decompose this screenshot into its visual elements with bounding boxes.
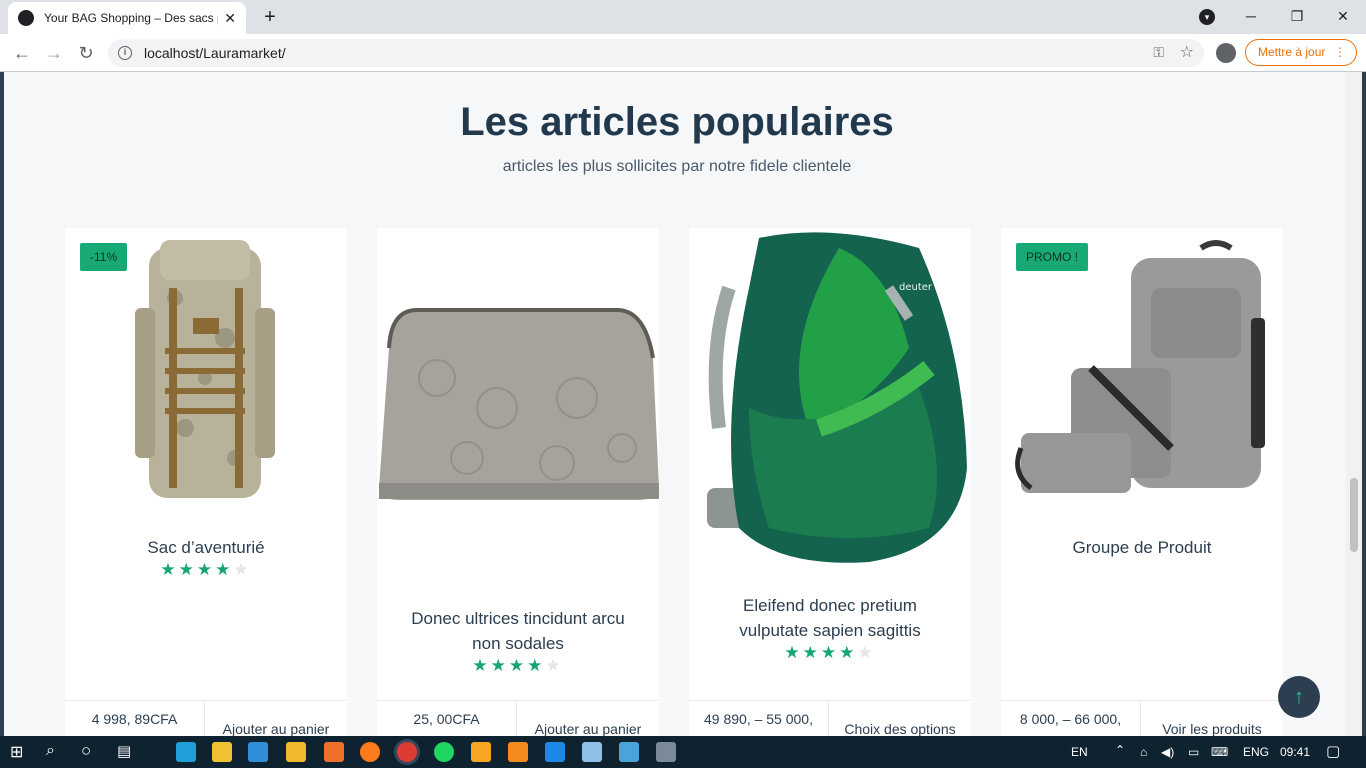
- firefox-icon[interactable]: [360, 742, 380, 762]
- product-card[interactable]: -11% Sac d’aventurié ★★★★★ 4 998, 89CFA …: [65, 228, 347, 736]
- reload-icon[interactable]: ↻: [74, 41, 98, 65]
- page-viewport: Les articles populaires articles les plu…: [0, 72, 1366, 736]
- minimize-icon[interactable]: ─: [1228, 4, 1274, 28]
- address-bar[interactable]: i localhost/Lauramarket/ ⚿ ☆: [108, 39, 1204, 67]
- page-scrollbar[interactable]: [1346, 72, 1362, 736]
- add-to-cart-button[interactable]: Ajouter au panier: [517, 701, 659, 736]
- product-price: 25, 00CFA: [377, 701, 517, 736]
- windows-taskbar: ⊞ ⌕ ○ ▤ EN ⌃ ⌂ ◀) ▭ ⌨ ENG 09:41 ▢: [0, 736, 1366, 768]
- store-icon[interactable]: [212, 742, 232, 762]
- browser-tab[interactable]: Your BAG Shopping – Des sacs pour... ✕: [8, 2, 246, 34]
- notepad-icon[interactable]: [582, 742, 602, 762]
- card-footer: 25, 00CFA Ajouter au panier: [377, 700, 659, 736]
- task-view-icon[interactable]: ▤: [117, 742, 131, 760]
- update-button-label: Mettre à jour: [1258, 45, 1326, 59]
- sublime-text-icon[interactable]: [324, 742, 344, 762]
- search-icon[interactable]: ⌕: [46, 742, 55, 760]
- mail-icon[interactable]: [248, 742, 268, 762]
- product-name[interactable]: Sac d’aventurié: [85, 535, 327, 560]
- product-price: 8 000, – 66 000,: [1001, 701, 1141, 736]
- card-footer: 49 890, – 55 000, Choix des options: [689, 700, 971, 736]
- choose-options-button[interactable]: Choix des options: [829, 701, 971, 736]
- product-price: 49 890, – 55 000,: [689, 701, 829, 736]
- product-price: 4 998, 89CFA: [65, 701, 205, 736]
- star-icon: ★★★★: [784, 643, 858, 662]
- star-empty-icon: ★: [233, 560, 252, 579]
- product-card[interactable]: PROMO ! Groupe de Produit 8 000, – 66 00…: [1001, 228, 1283, 736]
- cortana-icon[interactable]: ○: [81, 741, 91, 761]
- windows-start-icon[interactable]: ⊞: [10, 742, 23, 762]
- bookmark-star-icon[interactable]: ☆: [1180, 42, 1194, 62]
- volume-icon[interactable]: ◀): [1161, 745, 1174, 759]
- green-backpack-image[interactable]: deuter: [689, 228, 971, 568]
- svg-text:deuter: deuter: [899, 282, 933, 293]
- section-title: Les articles populaires: [460, 100, 894, 144]
- rating-stars: ★★★★★: [65, 560, 347, 580]
- tab-strip: Your BAG Shopping – Des sacs pour... ✕ +…: [0, 0, 1366, 34]
- close-tab-icon[interactable]: ✕: [224, 10, 236, 27]
- product-name[interactable]: Donec ultrices tincidunt arcu non sodale…: [397, 606, 639, 656]
- discount-badge: -11%: [80, 243, 128, 271]
- language-indicator[interactable]: ENG: [1243, 745, 1269, 759]
- promo-badge: PROMO !: [1016, 243, 1089, 271]
- edge-icon[interactable]: [176, 742, 196, 762]
- card-footer: 4 998, 89CFA Ajouter au panier: [65, 700, 347, 736]
- tab-title: Your BAG Shopping – Des sacs pour...: [44, 11, 218, 25]
- product-name[interactable]: Eleifend donec pretium vulputate sapien …: [709, 593, 951, 643]
- browser-toolbar: ← → ↻ i localhost/Lauramarket/ ⚿ ☆ Mettr…: [0, 34, 1366, 72]
- star-empty-icon: ★: [545, 656, 564, 675]
- add-to-cart-button[interactable]: Ajouter au panier: [205, 701, 347, 736]
- star-icon: ★★★★: [160, 560, 234, 579]
- profile-avatar-icon[interactable]: [1216, 43, 1236, 63]
- clock[interactable]: 09:41: [1280, 745, 1310, 759]
- product-card[interactable]: Donec ultrices tincidunt arcu non sodale…: [377, 228, 659, 736]
- star-empty-icon: ★: [857, 643, 876, 662]
- rating-stars: ★★★★★: [377, 656, 659, 676]
- product-name[interactable]: Groupe de Produit: [1021, 535, 1263, 560]
- window-close-icon[interactable]: ✕: [1320, 4, 1366, 28]
- scrollbar-thumb[interactable]: [1350, 478, 1358, 552]
- silver-handbag-image[interactable]: [377, 228, 659, 518]
- card-footer: 8 000, – 66 000, Voir les produits: [1001, 700, 1283, 736]
- calculator-icon[interactable]: [656, 742, 676, 762]
- site-favicon-icon: [18, 10, 34, 26]
- xampp-icon[interactable]: [508, 742, 528, 762]
- site-info-icon[interactable]: i: [118, 46, 132, 60]
- view-products-button[interactable]: Voir les produits: [1141, 701, 1283, 736]
- star-icon: ★★★★: [472, 656, 546, 675]
- rating-stars: ★★★★★: [689, 643, 971, 663]
- restore-icon[interactable]: ❐: [1274, 4, 1320, 28]
- tab-search-icon[interactable]: ▾: [1199, 9, 1215, 25]
- tray-chevron-icon[interactable]: ⌃: [1115, 743, 1125, 757]
- keyboard-icon[interactable]: ⌨: [1211, 745, 1228, 759]
- notifications-icon[interactable]: ▢: [1326, 742, 1340, 760]
- language-short[interactable]: EN: [1071, 745, 1088, 759]
- section-subtitle: articles les plus sollicites par notre f…: [502, 158, 852, 175]
- chrome-icon[interactable]: [397, 742, 417, 762]
- scroll-to-top-button[interactable]: ↑: [1278, 676, 1320, 718]
- key-icon[interactable]: ⚿: [1153, 44, 1164, 61]
- url-text[interactable]: localhost/Lauramarket/: [144, 45, 286, 61]
- back-icon[interactable]: ←: [10, 41, 34, 65]
- vscode-icon[interactable]: [545, 742, 565, 762]
- new-tab-icon[interactable]: +: [260, 6, 280, 29]
- product-card[interactable]: deuter Eleifend donec pretium vulputate …: [689, 228, 971, 736]
- control-panel-icon[interactable]: [619, 742, 639, 762]
- git-icon[interactable]: [471, 742, 491, 762]
- spotify-icon[interactable]: [434, 742, 454, 762]
- usb-icon[interactable]: ⌂: [1140, 745, 1147, 759]
- update-button[interactable]: Mettre à jour ⋮: [1245, 39, 1357, 66]
- menu-dots-icon: ⋮: [1334, 45, 1346, 59]
- battery-icon[interactable]: ▭: [1188, 745, 1199, 759]
- file-explorer-icon[interactable]: [286, 742, 306, 762]
- forward-icon[interactable]: →: [42, 41, 66, 65]
